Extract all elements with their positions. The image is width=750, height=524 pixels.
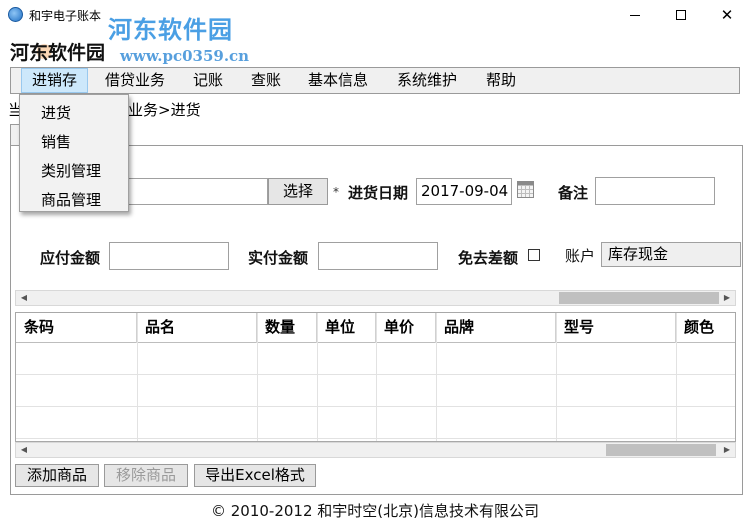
- paid-amount-label: 实付金额: [248, 249, 309, 267]
- menu-item-product-management[interactable]: 商品管理: [41, 189, 101, 210]
- supplier-field[interactable]: [128, 178, 268, 205]
- menu-item-category-management[interactable]: 类别管理: [41, 160, 101, 181]
- select-supplier-button[interactable]: 选择: [268, 178, 328, 205]
- remark-field[interactable]: [595, 177, 715, 205]
- maximize-button[interactable]: [658, 0, 704, 30]
- column-divider: [137, 313, 138, 441]
- minimize-icon: [630, 14, 640, 16]
- account-label: 账户: [565, 247, 596, 265]
- column-divider: [676, 313, 677, 441]
- menu-basic-info[interactable]: 基本信息: [298, 68, 378, 93]
- column-divider: [436, 313, 437, 441]
- scroll-left-icon[interactable]: ◀: [16, 291, 32, 305]
- payable-amount-label: 应付金额: [40, 249, 101, 267]
- scroll-left-icon[interactable]: ◀: [16, 443, 32, 457]
- column-header[interactable]: 颜色: [676, 313, 735, 343]
- menu-inventory[interactable]: 进销存: [21, 68, 89, 93]
- maximize-icon: [676, 10, 686, 20]
- breadcrumb: 业务>进货: [128, 101, 201, 119]
- menu-help[interactable]: 帮助: [476, 68, 526, 93]
- window-title: 和宇电子账本: [29, 9, 102, 23]
- export-excel-button[interactable]: 导出Excel格式: [194, 464, 316, 487]
- purchase-date-field[interactable]: 2017-09-04: [416, 178, 512, 205]
- scroll-right-icon[interactable]: ▶: [719, 291, 735, 305]
- menu-audit[interactable]: 查账: [241, 68, 291, 93]
- payable-amount-field[interactable]: [109, 242, 229, 270]
- watermark-url: www.pc0359.cn: [120, 47, 250, 65]
- add-product-button[interactable]: 添加商品: [15, 464, 99, 487]
- column-header[interactable]: 条码: [16, 313, 137, 343]
- app-icon: [8, 7, 23, 22]
- scroll-right-icon[interactable]: ▶: [719, 443, 735, 457]
- menu-item-sales[interactable]: 销售: [41, 131, 71, 152]
- menu-item-purchase[interactable]: 进货: [41, 102, 71, 123]
- scroll-thumb[interactable]: [606, 444, 716, 456]
- column-header[interactable]: 单价: [376, 313, 436, 343]
- copyright-footer: © 2010-2012 和宇时空(北京)信息技术有限公司: [210, 502, 539, 520]
- minimize-button[interactable]: [612, 0, 658, 30]
- form-scrollbar[interactable]: ◀ ▶: [15, 290, 736, 306]
- purchase-date-label: 进货日期: [348, 184, 409, 202]
- column-divider: [376, 313, 377, 441]
- required-mark: *: [333, 185, 339, 199]
- account-select[interactable]: 库存现金: [601, 242, 741, 267]
- close-icon: ✕: [720, 6, 734, 24]
- column-header[interactable]: 型号: [556, 313, 676, 343]
- remove-product-button[interactable]: 移除商品: [104, 464, 188, 487]
- grid-scrollbar[interactable]: ◀ ▶: [15, 442, 736, 458]
- close-button[interactable]: ✕: [704, 0, 750, 30]
- column-divider: [317, 313, 318, 441]
- brand-title: 河东软件园: [10, 42, 106, 64]
- remark-label: 备注: [558, 184, 589, 202]
- column-header[interactable]: 数量: [257, 313, 317, 343]
- menu-bookkeeping[interactable]: 记账: [183, 68, 233, 93]
- column-header[interactable]: 单位: [317, 313, 376, 343]
- waive-difference-checkbox[interactable]: [528, 249, 540, 261]
- column-divider: [257, 313, 258, 441]
- menu-loan[interactable]: 借贷业务: [95, 68, 175, 93]
- column-header[interactable]: 品牌: [436, 313, 556, 343]
- column-header[interactable]: 品名: [137, 313, 257, 343]
- scroll-thumb[interactable]: [559, 292, 719, 304]
- column-divider: [556, 313, 557, 441]
- calendar-icon[interactable]: [517, 181, 534, 198]
- watermark-title: 河东软件园: [108, 16, 233, 44]
- menu-bar: 进销存 借贷业务 记账 查账 基本信息 系统维护 帮助: [10, 67, 740, 94]
- inventory-dropdown-menu: 进货 销售 类别管理 商品管理: [19, 94, 129, 212]
- menu-system[interactable]: 系统维护: [387, 68, 467, 93]
- paid-amount-field[interactable]: [318, 242, 438, 270]
- product-grid[interactable]: 条码 品名 数量 单位 单价 品牌 型号 颜色: [15, 312, 736, 442]
- waive-difference-label: 免去差额: [458, 249, 519, 267]
